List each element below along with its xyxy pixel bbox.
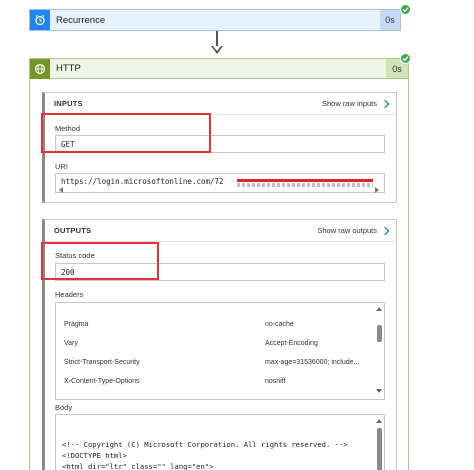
recurrence-card[interactable]: Recurrence 0s [29,9,401,31]
uri-label: URI [55,162,68,171]
scroll-thumb[interactable] [377,428,382,470]
status-code-highlight-box [41,242,159,280]
http-success-icon [400,53,411,64]
uri-hscroll-right-icon[interactable] [375,187,379,193]
body-line: <!DOCTYPE html> [62,451,127,460]
scroll-down-icon[interactable] [376,389,382,393]
uri-value: https://login.microsoftonline.com/72 [61,177,224,186]
alarm-clock-icon [30,10,50,30]
headers-label: Headers [55,290,84,299]
show-raw-inputs-link[interactable]: Show raw inputs [322,99,390,108]
body-line: <!-- Copyright (C) Microsoft Corporation… [62,440,348,449]
headers-scrollbar[interactable] [374,303,384,399]
scroll-thumb[interactable] [377,325,382,342]
scroll-up-icon[interactable] [376,307,382,311]
body-field[interactable]: <!-- Copyright (C) Microsoft Corporation… [55,414,385,470]
scroll-up-icon[interactable] [376,419,382,423]
outputs-section-title: OUTPUTS [54,226,92,235]
http-card-header[interactable]: HTTP 0s [30,58,408,79]
body-line: <html dir="ltr" class="" lang="en"> [62,462,214,470]
recurrence-duration: 0s [380,10,400,30]
table-row: Pragma no-cache [64,320,294,328]
method-highlight-box [41,113,211,153]
body-label: Body [55,403,73,412]
body-scrollbar[interactable] [374,415,384,470]
uri-hscroll-left-icon[interactable] [59,187,63,193]
uri-redaction-mark [237,179,373,182]
show-raw-outputs-link[interactable]: Show raw outputs [317,226,390,235]
recurrence-title: Recurrence [50,10,380,30]
inputs-section-title: INPUTS [54,99,83,108]
chevron-right-icon [380,226,390,235]
http-action-card: HTTP 0s INPUTS Show raw inputs Method GE… [29,58,409,470]
table-row: Vary Accept-Encoding [64,339,318,347]
recurrence-success-icon [400,4,411,15]
headers-table[interactable]: Pragma no-cache Vary Accept-Encoding Str… [55,302,385,400]
globe-icon [30,58,50,79]
table-row: Strict-Transport-Security max-age=315360… [64,358,360,366]
table-row: X-Content-Type-Options nosniff [64,377,286,385]
http-title: HTTP [56,63,81,74]
chevron-right-icon [380,99,390,108]
